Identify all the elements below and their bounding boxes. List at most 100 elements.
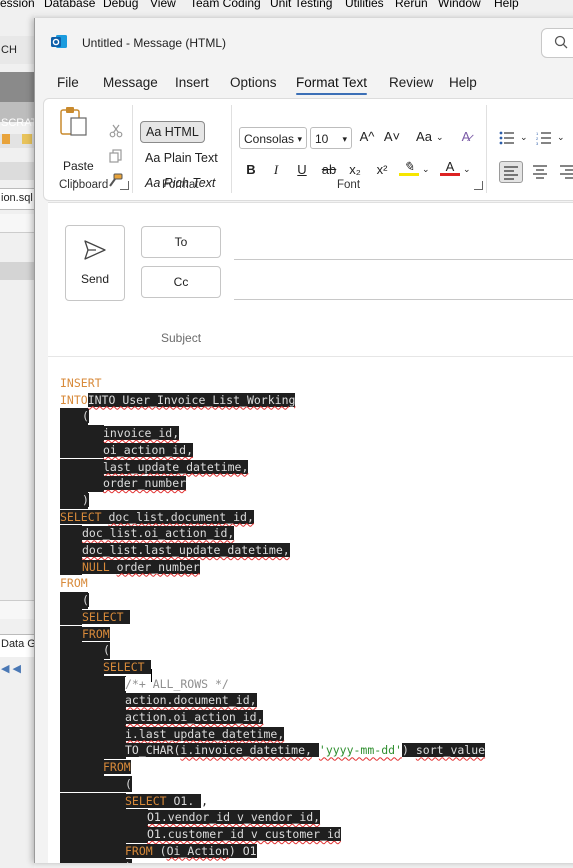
align-right-icon[interactable] [559, 163, 573, 179]
subject-label: Subject [161, 331, 202, 345]
send-icon [84, 240, 106, 260]
code-line-indent [60, 725, 126, 743]
chevron-down-icon: ▾ [297, 134, 302, 144]
bg-grid-icon [0, 162, 34, 180]
highlight-icon[interactable]: ✎ [399, 159, 419, 176]
cut-icon[interactable] [109, 124, 123, 138]
clipboard-launcher-icon[interactable] [120, 181, 129, 190]
change-case-button[interactable]: Aa [411, 129, 437, 144]
chevron-down-icon[interactable]: ⌄ [422, 164, 430, 175]
cc-field[interactable] [234, 299, 573, 300]
grow-font-button[interactable]: A^ [357, 129, 377, 144]
bg-menu-item: Window [438, 0, 481, 10]
code-line: i.last_update_datetime, [125, 726, 285, 741]
code-line-indent [60, 825, 148, 843]
chevron-down-icon[interactable]: ⌄ [520, 132, 528, 143]
code-line: ( [82, 409, 89, 424]
paste-icon[interactable] [58, 105, 90, 137]
bg-nav-arrows-icon[interactable]: ◀ ◀ [1, 662, 21, 675]
italic-button[interactable]: I [266, 162, 286, 178]
font-size-select[interactable]: 10 ▾ [310, 127, 352, 149]
cc-button[interactable]: Cc [141, 266, 221, 298]
send-label: Send [80, 272, 110, 286]
code-line-indent [60, 742, 126, 760]
message-window: Untitled - Message (HTML) File Message I… [34, 18, 573, 863]
code-line: O1.vendor_id v_vendor_id, [147, 810, 321, 825]
bold-button[interactable]: B [241, 162, 261, 177]
code-line: action.oi_action_id, [125, 710, 264, 724]
to-button[interactable]: To [141, 226, 221, 258]
code-line: NULL order_number [82, 559, 200, 574]
code-line-indent [60, 675, 126, 693]
chevron-down-icon[interactable]: ⌄ [463, 164, 471, 175]
bg-label: SCRAT [1, 117, 34, 129]
subscript-button[interactable]: x₂ [345, 162, 365, 177]
bg-open-icon [22, 134, 32, 144]
group-separator [486, 105, 487, 193]
bg-menu-item: Utilities [345, 0, 384, 10]
superscript-button[interactable]: x² [372, 162, 392, 177]
background-menubar: ession Database Debug View Team Coding U… [0, 0, 573, 14]
code-line-indent [60, 759, 104, 776]
paste-button[interactable]: Paste [63, 159, 94, 173]
tab-insert[interactable]: Insert [175, 75, 209, 90]
code-line: SELECT [82, 609, 131, 626]
code-line-indent [60, 692, 126, 709]
font-family-select[interactable]: Consolas ▾ [239, 127, 307, 149]
search-box[interactable] [541, 28, 573, 58]
chevron-down-icon[interactable]: ⌄ [557, 132, 565, 143]
tab-format-text[interactable]: Format Text [296, 75, 368, 95]
tab-review[interactable]: Review [389, 75, 433, 90]
font-color-icon[interactable]: A [440, 159, 460, 176]
bg-menu-item: Debug [103, 0, 139, 10]
background-app-panel: CH SCRAT ion.sql Data G ◀ ◀ [0, 14, 34, 868]
code-line: doc_list.oi_action_id, [82, 526, 235, 541]
tab-options[interactable]: Options [230, 75, 277, 90]
copy-icon[interactable] [109, 149, 123, 163]
bg-menu-item: View [150, 0, 176, 10]
code-line: FROM [103, 760, 131, 775]
bullets-icon[interactable] [499, 131, 515, 145]
code-line-indent [60, 809, 148, 826]
tab-message[interactable]: Message [103, 75, 158, 90]
code-line-indent [60, 842, 126, 860]
to-field[interactable] [234, 259, 573, 260]
code-line: ( [82, 593, 89, 608]
font-launcher-icon[interactable] [474, 181, 483, 190]
code-line-indent [60, 658, 104, 676]
group-separator [132, 105, 133, 193]
bg-menu-item: Rerun [395, 0, 428, 10]
code-line: O1.customer_id v_customer_id [147, 826, 341, 841]
ribbon-tabs: File Message Insert Options Format Text … [35, 70, 573, 96]
align-center-icon[interactable] [532, 163, 548, 179]
bg-file-tab-label: ion.sql [1, 192, 33, 204]
format-html-button[interactable]: Aa HTML [140, 121, 205, 143]
numbering-icon[interactable]: 1 2 3 [536, 131, 552, 145]
chevron-down-icon[interactable]: ⌄ [436, 132, 444, 143]
code-line-indent [60, 441, 104, 459]
code-line: SELECT [103, 659, 152, 676]
compose-area: Send To Cc Subject INSERT INTOINTO User_… [48, 202, 573, 863]
code-line-indent [60, 458, 104, 476]
code-line: ) [82, 492, 89, 507]
window-title: Untitled - Message (HTML) [82, 36, 227, 50]
bg-folder-icon [2, 134, 10, 144]
send-button[interactable]: Send [65, 225, 125, 301]
shrink-font-button[interactable]: A˅ [382, 129, 402, 144]
format-plain-text-button[interactable]: Aa Plain Text [145, 151, 218, 165]
code-line-indent [60, 542, 82, 559]
code-line: INSERT [60, 376, 102, 390]
clear-formatting-icon[interactable]: A̷ [456, 129, 476, 144]
strikethrough-button[interactable]: ab [319, 162, 339, 177]
bg-menu-item: Unit Testing [270, 0, 333, 10]
code-line: ) [125, 859, 132, 863]
align-left-icon[interactable] [499, 161, 523, 183]
underline-button[interactable]: U [292, 162, 312, 177]
header-divider [48, 356, 573, 357]
title-bar: Untitled - Message (HTML) [35, 18, 573, 68]
bg-dark-bar [0, 72, 34, 102]
tab-help[interactable]: Help [449, 75, 477, 90]
code-line: SELECT doc_list.document_id, [60, 509, 254, 524]
tab-file[interactable]: File [57, 75, 79, 90]
clipboard-group-label: Clipboard [59, 179, 109, 191]
